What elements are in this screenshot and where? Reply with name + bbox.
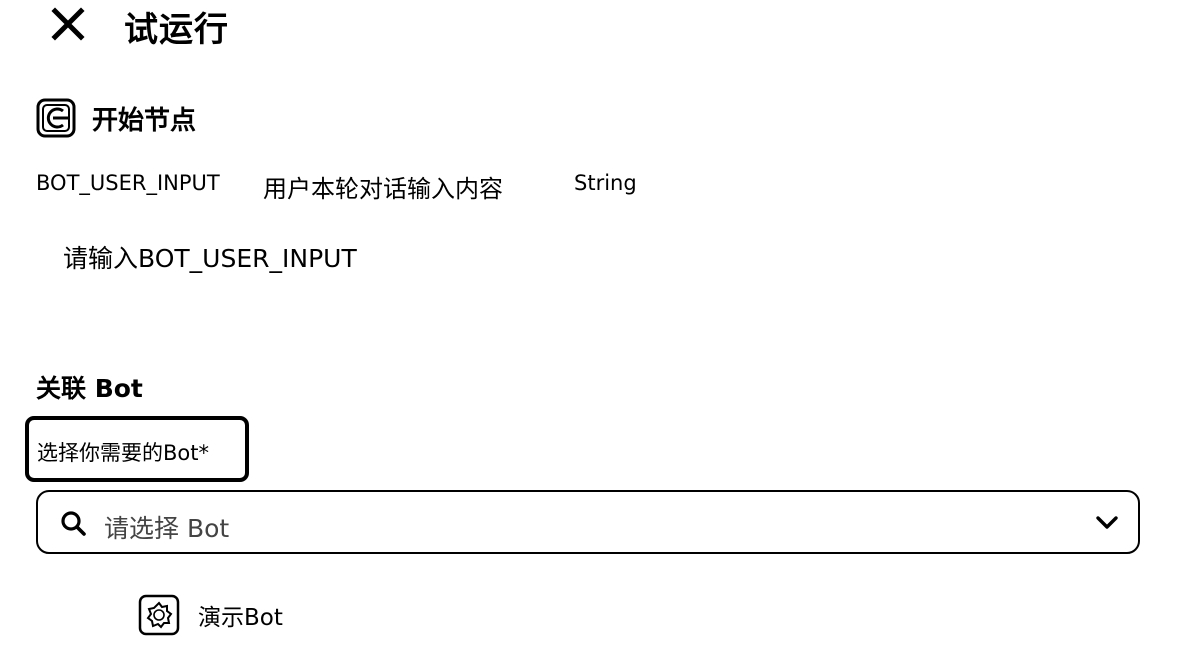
- close-button[interactable]: [46, 2, 90, 46]
- bot-option-item[interactable]: 演示Bot: [138, 592, 498, 636]
- bot-user-input-wrapper: [36, 232, 1140, 284]
- close-icon: [51, 7, 85, 41]
- variable-description: 用户本轮对话输入内容: [263, 175, 503, 203]
- search-icon: [61, 511, 86, 536]
- bot-option-label: 演示Bot: [198, 605, 283, 631]
- bot-select[interactable]: 请选择 Bot: [36, 490, 1140, 554]
- bot-field-label: 选择你需要的Bot*: [37, 441, 209, 465]
- page-title: 试运行: [124, 10, 229, 50]
- bot-user-input-field[interactable]: [36, 232, 1140, 284]
- bot-select-placeholder: 请选择 Bot: [104, 514, 230, 543]
- chevron-down-icon: [1096, 516, 1118, 529]
- variable-type: String: [574, 171, 637, 195]
- bot-avatar-icon: [138, 594, 180, 636]
- variable-name: BOT_USER_INPUT: [36, 171, 220, 195]
- section-title-related-bot: 关联 Bot: [36, 374, 143, 403]
- start-node-title: 开始节点: [92, 106, 197, 136]
- start-node-icon: [36, 98, 76, 138]
